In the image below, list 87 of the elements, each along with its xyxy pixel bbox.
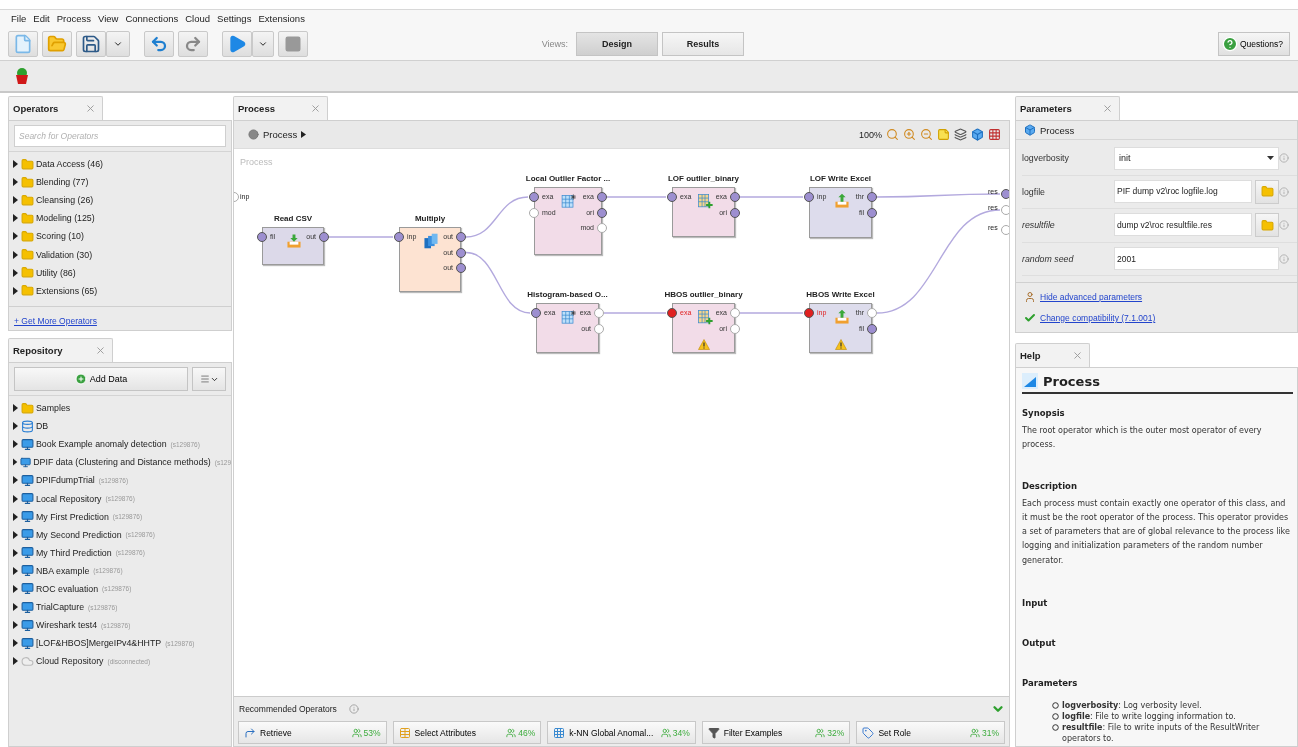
canvas-label: Process	[240, 157, 273, 167]
operator-name: Local Outlier Factor ...	[525, 174, 611, 185]
tree-item[interactable]: Scoring (10)	[36, 231, 84, 242]
section-title: Input	[1022, 598, 1049, 609]
view-tab[interactable]: Design	[576, 31, 658, 56]
view-tab[interactable]: Results	[662, 31, 744, 56]
operator-name: LOF outlier_binary	[667, 174, 740, 185]
tree-item[interactable]: Data Access (46)	[36, 159, 103, 170]
tree-item[interactable]: ROC evaluation	[36, 584, 99, 594]
tree-item[interactable]: [LOF&HBOS]MergeIPv4&HHTP	[36, 638, 162, 649]
usage-share: 34%	[660, 727, 690, 738]
tree-item[interactable]: DB	[36, 421, 49, 432]
breadcrumb[interactable]: Process	[263, 129, 298, 140]
operator-suggestion[interactable]: Set Role 31%	[856, 721, 1005, 744]
tree-item[interactable]: Validation (30)	[36, 249, 93, 260]
operator-name: LOF Write Excel	[809, 174, 872, 185]
tree-item[interactable]: Blending (77)	[36, 177, 89, 188]
select-field[interactable]: init	[1114, 146, 1279, 170]
hide-advanced-link[interactable]: Hide advanced parameters	[1040, 292, 1143, 302]
help-text: Each process must contain exactly one operator of this class, and it must be the root operator of the process. This operator provides a set of parameters that are of global relevance to the process like logging and initialization parameters of the random number generator.	[1022, 497, 1291, 567]
usage-share: 46%	[506, 727, 536, 738]
input-field[interactable]: PIF dump v2\roc logfile.log	[1114, 179, 1252, 203]
section-title: Recommended Operators	[239, 704, 337, 714]
compatibility-link[interactable]: Change compatibility (7.1.001)	[1040, 313, 1156, 323]
tree-item[interactable]: DPIF data (Clustering and Distance methods)	[33, 457, 211, 468]
operator-name: Multiply	[414, 214, 446, 225]
views-label: Views:	[541, 38, 568, 49]
menu-item[interactable]: Extensions	[258, 13, 305, 24]
tree-item[interactable]: Modeling (125)	[36, 213, 95, 224]
usage-share: 31%	[969, 727, 999, 738]
menu-item[interactable]: Process	[56, 13, 91, 24]
section-title: Synopsis	[1022, 408, 1066, 418]
tree-item[interactable]: TrialCapture	[36, 602, 85, 613]
add-data-button[interactable]: Add Data	[14, 367, 188, 391]
tree-item[interactable]: Samples	[36, 403, 71, 414]
menu-item[interactable]: Settings	[217, 13, 252, 24]
tree-item[interactable]: Cleansing (26)	[36, 195, 94, 206]
tree-item[interactable]: Book Example anomaly detection	[36, 439, 167, 450]
menu-item[interactable]: View	[98, 13, 119, 24]
panel-title: Help	[1020, 350, 1041, 361]
help-text: logverbosity: Log verbosity level.	[1062, 700, 1202, 712]
tree-item[interactable]: Wireshark test4	[36, 620, 98, 631]
operator-suggestion[interactable]: Filter Examples 32%	[701, 721, 851, 744]
usage-share: 53%	[351, 727, 381, 738]
usage-share: 32%	[815, 727, 845, 738]
help-text: resultfile: File to write inputs of the ResultWriter operators to.	[1062, 722, 1261, 745]
parameter-label: resultfile	[1022, 220, 1056, 231]
tree-item[interactable]: NBA example	[36, 565, 90, 576]
parameter-header: Process	[1040, 124, 1075, 136]
operator-name: Histogram-based O...	[527, 290, 608, 301]
questions-button[interactable]: Questions?	[1218, 31, 1290, 56]
menu-item[interactable]: Edit	[33, 13, 50, 24]
tree-item[interactable]: My Second Prediction	[36, 529, 122, 540]
section-title: Description	[1022, 480, 1078, 491]
panel-title: Parameters	[1020, 103, 1072, 114]
parameter-label: logverbosity	[1022, 153, 1070, 164]
input-field[interactable]: dump v2\roc resultfile.res	[1114, 213, 1252, 237]
operator-name: HBOS Write Excel	[806, 290, 875, 301]
help-text: The root operator which is the outer most operator of every process.	[1022, 425, 1263, 452]
search-field[interactable]: Search for Operators	[14, 125, 226, 147]
tree-item[interactable]: Local Repository	[36, 493, 102, 504]
tree-item[interactable]: Cloud Repository	[36, 656, 104, 667]
tree-item[interactable]: Extensions (65)	[36, 285, 98, 296]
tree-item[interactable]: My First Prediction	[36, 511, 109, 522]
tree-item[interactable]: Utility (86)	[36, 267, 76, 278]
help-heading: Process	[1043, 373, 1100, 389]
menu-item[interactable]: Connections	[125, 13, 179, 24]
operator-suggestion[interactable]: k-NN Global Anomal... 34%	[547, 721, 696, 744]
operator-name: HBOS outlier_binary	[664, 290, 743, 301]
menu-item[interactable]: Cloud	[185, 13, 211, 24]
zoom-level: 100%	[858, 129, 882, 140]
tree-item[interactable]: My Third Prediction	[36, 547, 112, 558]
section-title: Output	[1022, 638, 1057, 649]
section-title: Parameters	[1022, 678, 1079, 689]
parameter-label: logfile	[1022, 186, 1046, 197]
operator-suggestion[interactable]: Retrieve 53%	[238, 721, 387, 744]
get-more-link[interactable]: + Get More Operators	[14, 316, 97, 326]
help-text: logfile: File to write logging information to.	[1062, 711, 1236, 723]
input-field[interactable]: 2001	[1114, 247, 1279, 271]
panel-title: Process	[238, 103, 275, 114]
operator-name: Read CSV	[273, 214, 313, 225]
tree-item[interactable]: DPIFdumpTrial	[36, 475, 95, 486]
menu-item[interactable]: File	[11, 13, 27, 24]
parameter-label: random seed	[1022, 253, 1075, 264]
panel-title: Repository	[13, 345, 63, 356]
panel-title: Operators	[13, 103, 59, 114]
operator-suggestion[interactable]: Select Attributes 46%	[392, 721, 542, 744]
